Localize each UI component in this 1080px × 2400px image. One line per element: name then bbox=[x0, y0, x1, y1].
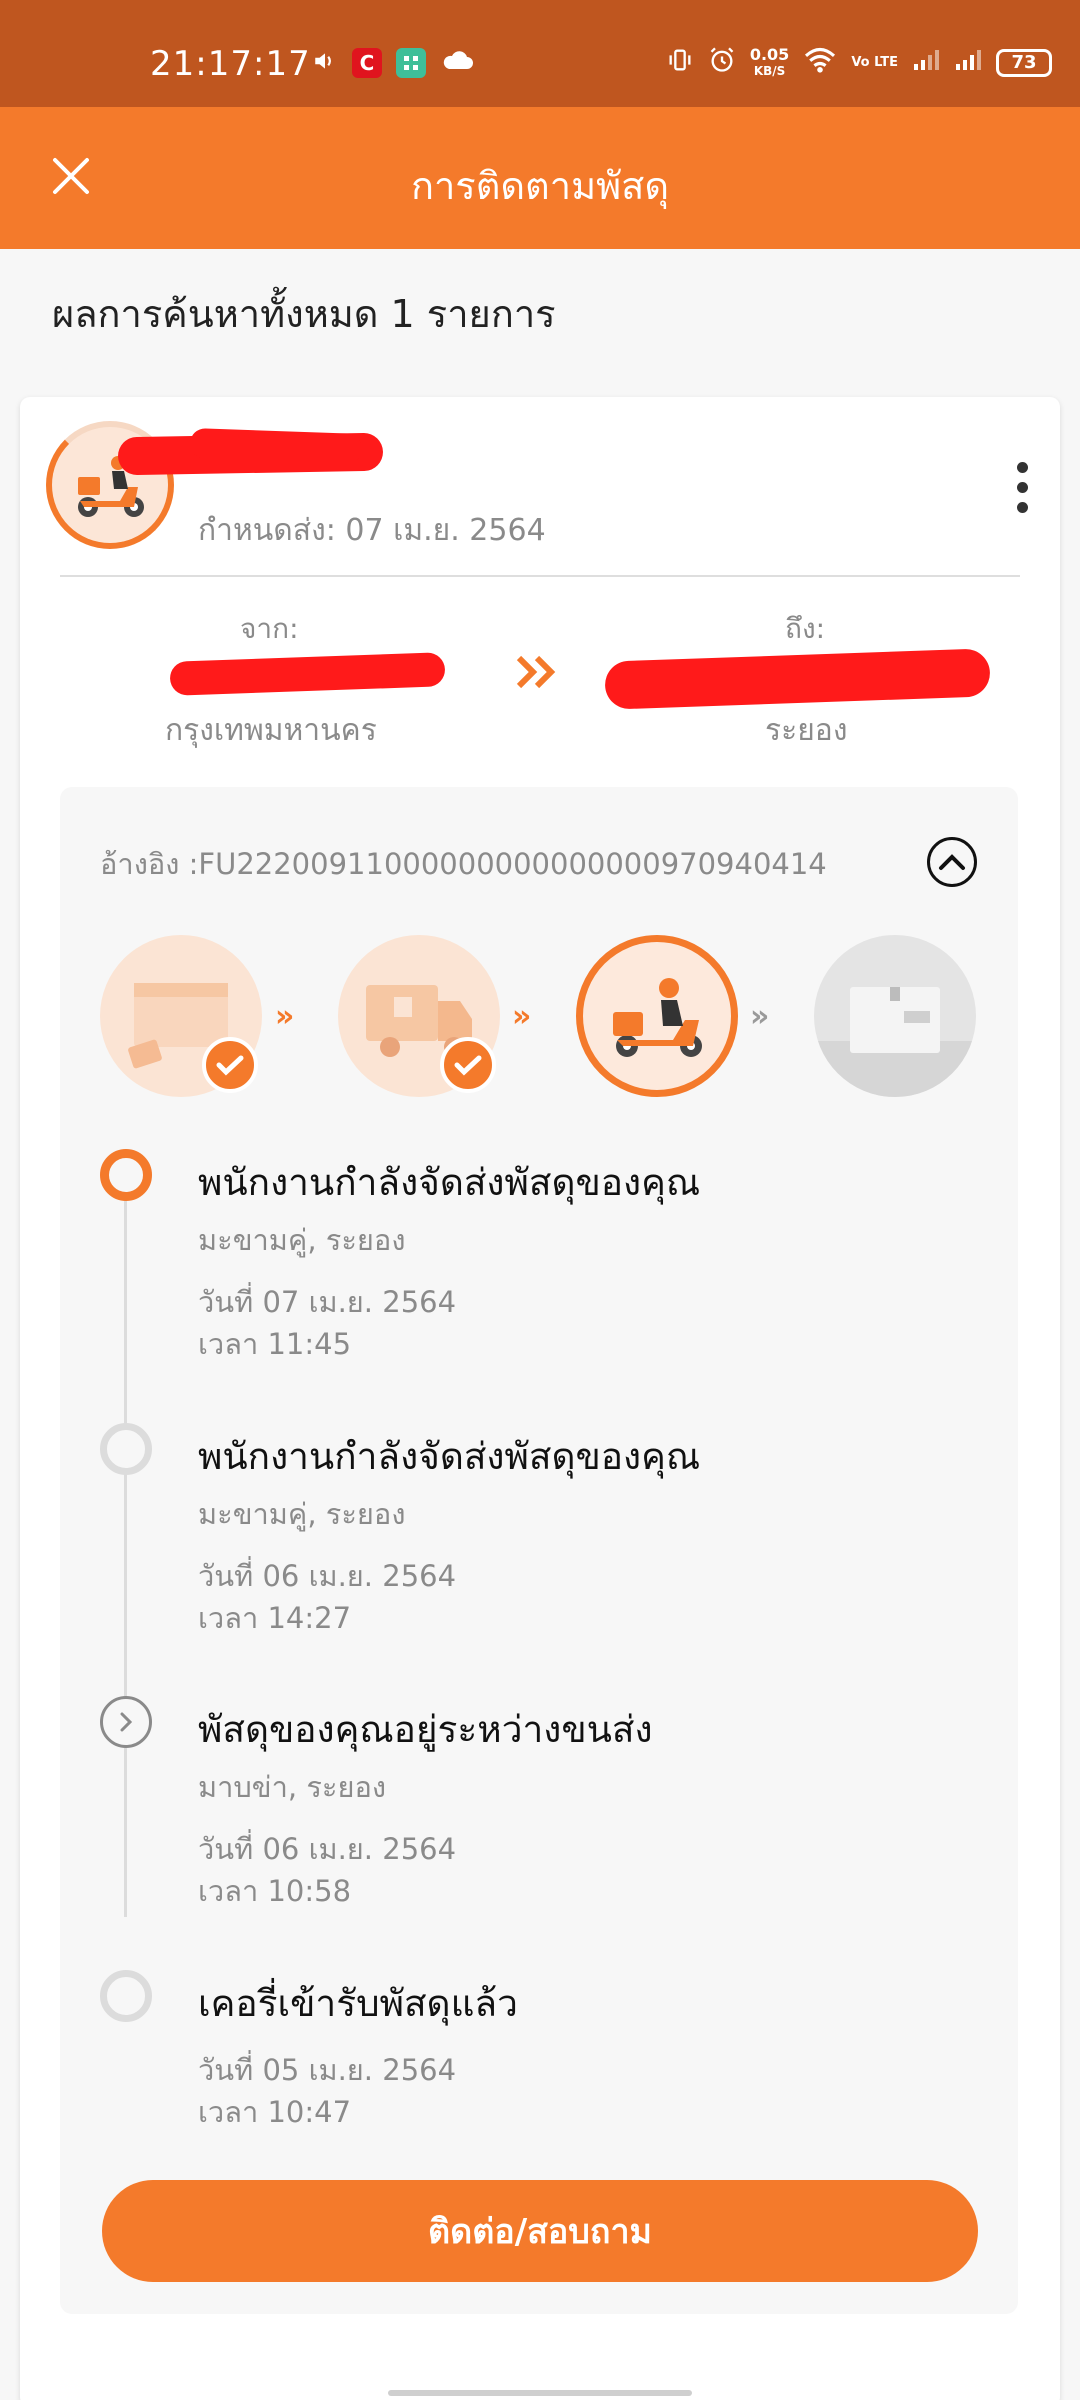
timeline-event-location: มาบข่า, ระยอง bbox=[198, 1770, 387, 1804]
status-left-icons: C bbox=[312, 48, 474, 78]
timeline-event-title: เคอรี่เข้ารับพัสดุแล้ว bbox=[198, 1982, 518, 2025]
to-city: ระยอง bbox=[765, 713, 848, 748]
status-right-icons: 0.05 KB/S Vo LTE 73 bbox=[666, 46, 1052, 79]
scooter-delivery-icon bbox=[613, 978, 702, 1057]
network-speed-value: 0.05 bbox=[749, 44, 790, 64]
page-title: การติดตามพัสดุ bbox=[410, 164, 670, 208]
timeline-event-title: พนักงานกำลังจัดส่งพัสดุของคุณ bbox=[198, 1161, 701, 1204]
timeline-event-time: เวลา 14:27 bbox=[198, 1601, 352, 1635]
collapse-button[interactable] bbox=[927, 837, 977, 887]
check-icon bbox=[216, 1055, 244, 1076]
step-in-transit-check bbox=[440, 1037, 496, 1093]
alarm-icon bbox=[708, 46, 736, 79]
contact-button[interactable]: ติดต่อ/สอบถาม bbox=[102, 2180, 978, 2282]
step-picked-up-check bbox=[202, 1037, 258, 1093]
tracking-panel: อ้างอิง :FU22200911000000000000000970940… bbox=[60, 787, 1018, 2314]
timeline-event-location: มะขามคู่, ระยอง bbox=[198, 1223, 406, 1257]
due-date: กำหนดส่ง: 07 เม.ย. 2564 bbox=[198, 513, 546, 548]
network-speed-unit: KB/S bbox=[753, 63, 786, 78]
step-separator-icon: » bbox=[750, 999, 770, 1034]
shipment-card: กำหนดส่ง: 07 เม.ย. 2564 จาก: กรุงเทพมหาน… bbox=[20, 397, 1060, 2400]
timeline-current-dot-icon bbox=[100, 1149, 152, 1201]
timeline-event-title: พนักงานกำลังจัดส่งพัสดุของคุณ bbox=[198, 1435, 701, 1478]
chevron-up-icon bbox=[939, 854, 965, 870]
from-city: กรุงเทพมหานคร bbox=[165, 713, 377, 748]
check-icon bbox=[454, 1055, 482, 1076]
status-time: 21:17:17 bbox=[150, 44, 311, 84]
wifi-icon bbox=[803, 46, 837, 79]
app-c-icon: C bbox=[352, 48, 382, 78]
redacted-sender-name bbox=[169, 652, 446, 696]
from-label: จาก: bbox=[240, 612, 299, 645]
more-options-button[interactable] bbox=[994, 447, 1050, 527]
signal-2-icon bbox=[954, 48, 982, 77]
redacted-recipient-name bbox=[604, 648, 991, 710]
app-calculator-icon bbox=[396, 48, 426, 78]
volume-icon bbox=[312, 48, 338, 78]
cloud-icon bbox=[440, 49, 474, 77]
more-dot-icon bbox=[1016, 481, 1028, 493]
battery-indicator: 73 bbox=[996, 48, 1052, 77]
timeline-event-time: เวลา 10:47 bbox=[198, 2095, 352, 2129]
status-bar: 21:17:17 C 0.05 KB/S Vo LTE 73 bbox=[0, 0, 1080, 107]
to-label: ถึง: bbox=[785, 612, 826, 645]
delivered-box-icon bbox=[814, 987, 976, 1097]
timeline-event-date: วันที่ 06 เม.ย. 2564 bbox=[198, 1559, 457, 1593]
network-speed: 0.05 KB/S bbox=[749, 44, 790, 79]
chevron-right-icon bbox=[120, 1712, 133, 1732]
step-out-for-delivery bbox=[576, 935, 738, 1097]
app-bar: การติดตามพัสดุ bbox=[0, 107, 1080, 249]
timeline-event-date: วันที่ 07 เม.ย. 2564 bbox=[198, 1285, 457, 1319]
signal-icon bbox=[912, 48, 940, 77]
volte-label: Vo LTE bbox=[851, 55, 898, 70]
step-delivered bbox=[814, 935, 976, 1097]
timeline-dot-icon bbox=[100, 1423, 152, 1475]
step-separator-icon: » bbox=[512, 999, 532, 1034]
timeline-transit-dot-icon bbox=[100, 1696, 152, 1748]
step-separator-icon: » bbox=[275, 999, 295, 1034]
timeline-dot-icon bbox=[100, 1970, 152, 2022]
timeline-event-date: วันที่ 05 เม.ย. 2564 bbox=[198, 2053, 457, 2087]
timeline-event-title: พัสดุของคุณอยู่ระหว่างขนส่ง bbox=[198, 1708, 653, 1751]
divider bbox=[60, 575, 1020, 577]
timeline-line bbox=[124, 1187, 127, 1917]
reference-number: อ้างอิง :FU22200911000000000000000970940… bbox=[100, 847, 827, 881]
more-dot-icon bbox=[1016, 501, 1028, 513]
more-dot-icon bbox=[1016, 461, 1028, 473]
content-area: ผลการค้นหาทั้งหมด 1 รายการ กำหนดส่ง: 07 … bbox=[0, 249, 1080, 2400]
route-arrow-icon bbox=[515, 652, 559, 696]
timeline-event-date: วันที่ 06 เม.ย. 2564 bbox=[198, 1832, 457, 1866]
timeline-event-location: มะขามคู่, ระยอง bbox=[198, 1497, 406, 1531]
timeline-event-time: เวลา 11:45 bbox=[198, 1327, 352, 1361]
vibrate-icon bbox=[666, 46, 694, 79]
redacted-tracking-number-overlay bbox=[189, 428, 363, 464]
home-indicator[interactable] bbox=[388, 2390, 692, 2396]
result-count: ผลการค้นหาทั้งหมด 1 รายการ bbox=[52, 292, 556, 336]
timeline-event-time: เวลา 10:58 bbox=[198, 1874, 352, 1908]
